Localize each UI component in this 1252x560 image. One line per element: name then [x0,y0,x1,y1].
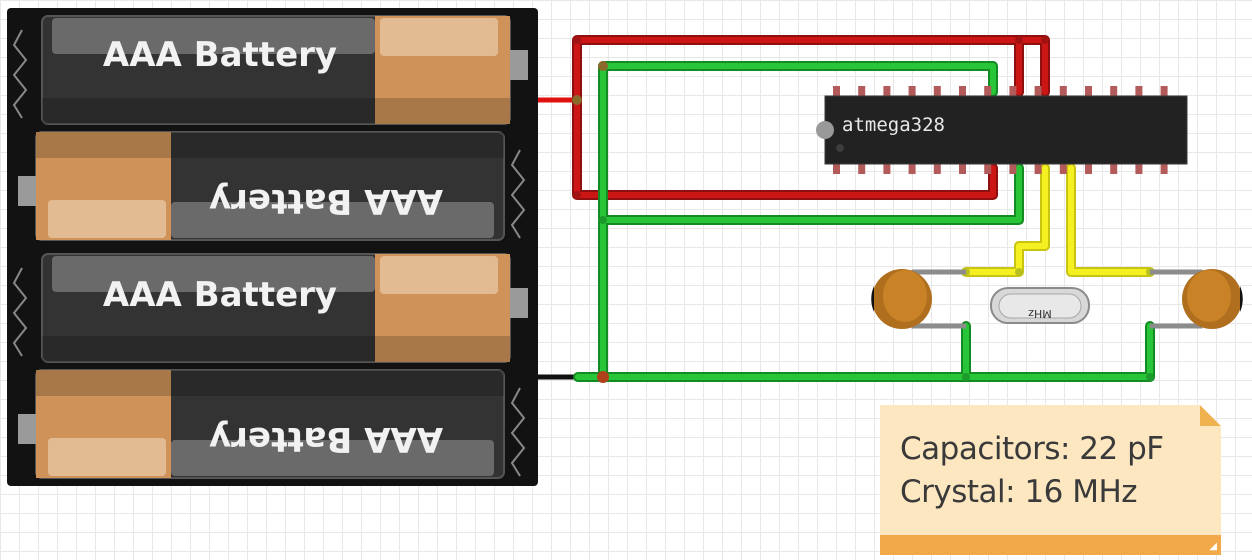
chip-pin-top-4[interactable] [908,86,916,96]
battery-cell-1[interactable]: AAA Battery [41,15,528,125]
battery-label-1: AAA Battery [103,35,337,75]
atmega328-chip[interactable]: atmega328 [816,86,1188,174]
annotation-note[interactable]: Capacitors: 22 pF Crystal: 16 MHz ◢ [880,405,1221,555]
chip-pin-bottom-1[interactable] [833,164,840,174]
chip-pin-top-5[interactable] [933,86,941,96]
battery-cell-3[interactable]: AAA Battery [41,253,528,363]
chip-notch [816,121,834,139]
capacitor-right[interactable] [1150,269,1243,329]
battery-label-2: AAA Battery [209,181,443,221]
chip-pin-bottom-4[interactable] [908,164,916,174]
chip-pin-top-13[interactable] [1135,86,1143,96]
chip-pin-top-7[interactable] [984,86,992,96]
chip-pin-top-9[interactable] [1034,86,1042,96]
battery-cell-2[interactable]: AAA Battery [18,131,505,241]
battery-label-3: AAA Battery [103,275,337,315]
chip-pin-top-2[interactable] [858,86,866,96]
chip-pin-top-6[interactable] [959,86,966,96]
note-crystal-text: Crystal: 16 MHz [900,474,1138,510]
chip-pin-top-10[interactable] [1059,86,1067,96]
note-capacitors-text: Capacitors: 22 pF [900,431,1164,467]
battery-cell-4[interactable]: AAA Battery [18,369,505,479]
chip-pin-bottom-11[interactable] [1085,164,1092,174]
chip-pin-bottom-5[interactable] [933,164,941,174]
chip-pin-bottom-6[interactable] [959,164,966,174]
battery-pack[interactable]: AAA Battery AAA Battery AAA Battery AAA … [7,8,538,486]
chip-pin-bottom-3[interactable] [883,164,891,174]
note-footer-band [880,535,1221,555]
chip-pin-bottom-8[interactable] [1009,164,1017,174]
chip-pin-top-12[interactable] [1110,86,1118,96]
chip-pin-bottom-14[interactable] [1160,164,1168,174]
chip-pin-bottom-9[interactable] [1034,164,1042,174]
resize-grip-icon[interactable]: ◢ [1209,541,1217,552]
capacitor-left[interactable] [871,269,966,329]
chip-pin-top-14[interactable] [1160,86,1168,96]
pin1-marker [836,144,844,152]
chip-pin-bottom-12[interactable] [1110,164,1118,174]
chip-pin-top-3[interactable] [883,86,891,96]
chip-pin-bottom-7[interactable] [984,164,992,174]
chip-label: atmega328 [842,114,945,136]
chip-pin-top-8[interactable] [1009,86,1017,96]
chip-pin-top-11[interactable] [1085,86,1092,96]
chip-pin-bottom-10[interactable] [1059,164,1067,174]
battery-label-4: AAA Battery [209,419,443,459]
chip-pin-bottom-13[interactable] [1135,164,1143,174]
crystal-label: MHz [1028,307,1052,320]
chip-pin-bottom-2[interactable] [858,164,866,174]
chip-pin-top-1[interactable] [833,86,840,96]
crystal-oscillator[interactable]: MHz [990,287,1090,324]
